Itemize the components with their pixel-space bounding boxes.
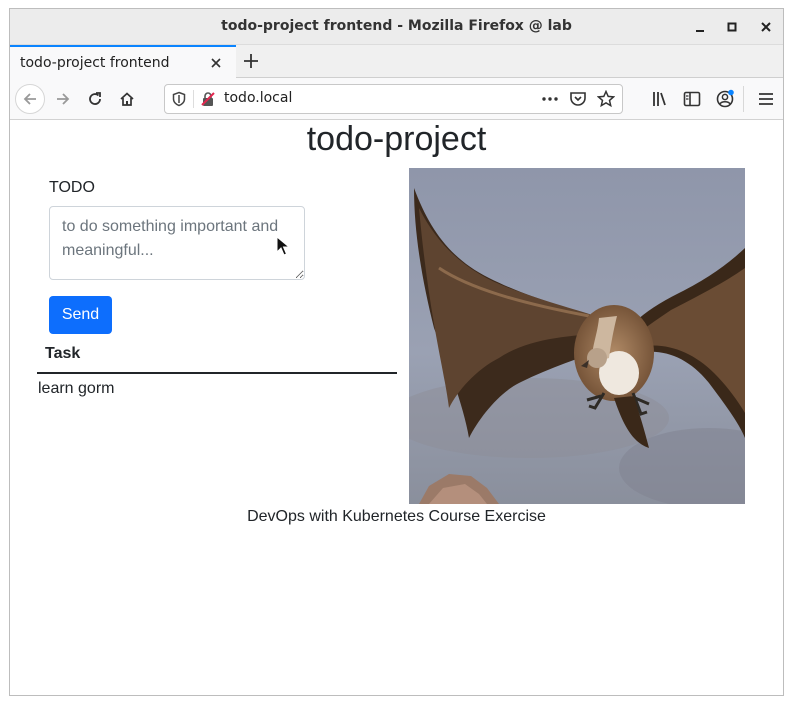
back-icon[interactable]	[15, 84, 45, 114]
todo-input[interactable]	[49, 206, 305, 280]
vulture-image	[409, 168, 745, 504]
page-actions-icon[interactable]	[541, 90, 559, 112]
title-bar: todo-project frontend - Mozilla Firefox …	[10, 9, 783, 45]
browser-window: todo-project frontend - Mozilla Firefox …	[9, 8, 784, 696]
url-separator	[193, 90, 194, 108]
todo-label: TODO	[49, 179, 95, 196]
url-bar[interactable]: todo.local	[164, 84, 623, 114]
close-tab-icon[interactable]	[209, 55, 223, 69]
insecure-lock-icon[interactable]	[200, 91, 216, 111]
library-icon[interactable]	[650, 89, 670, 109]
tracking-protection-icon[interactable]	[171, 91, 187, 111]
toolbar-separator	[743, 86, 744, 112]
navigation-bar: todo.local	[10, 78, 783, 120]
close-window-icon[interactable]	[756, 17, 776, 37]
send-button[interactable]: Send	[49, 296, 112, 334]
bookmark-star-icon[interactable]	[596, 89, 616, 112]
task-row: learn gorm	[38, 380, 115, 397]
maximize-icon[interactable]	[722, 17, 742, 37]
tab-strip: todo-project frontend	[10, 45, 783, 78]
home-icon[interactable]	[112, 84, 142, 114]
page-content: todo-project TODO Send Task learn gorm	[10, 120, 783, 695]
task-column-header: Task	[37, 340, 397, 374]
mouse-cursor-icon	[276, 235, 291, 260]
sidebar-icon[interactable]	[682, 89, 702, 109]
reload-icon[interactable]	[80, 84, 110, 114]
pocket-icon[interactable]	[569, 90, 587, 112]
tab-label: todo-project frontend	[20, 55, 170, 71]
minimize-icon[interactable]	[690, 17, 710, 37]
task-table: Task learn gorm	[37, 340, 397, 404]
new-tab-icon[interactable]	[242, 52, 260, 70]
window-title: todo-project frontend - Mozilla Firefox …	[221, 18, 572, 34]
footer-text: DevOps with Kubernetes Course Exercise	[247, 508, 546, 525]
account-icon[interactable]	[715, 89, 735, 109]
page-title: todo-project	[306, 120, 487, 158]
hamburger-menu-icon[interactable]	[756, 89, 776, 109]
forward-icon[interactable]	[48, 84, 78, 114]
tab-todo-project[interactable]: todo-project frontend	[10, 45, 236, 78]
url-text: todo.local	[224, 90, 293, 106]
